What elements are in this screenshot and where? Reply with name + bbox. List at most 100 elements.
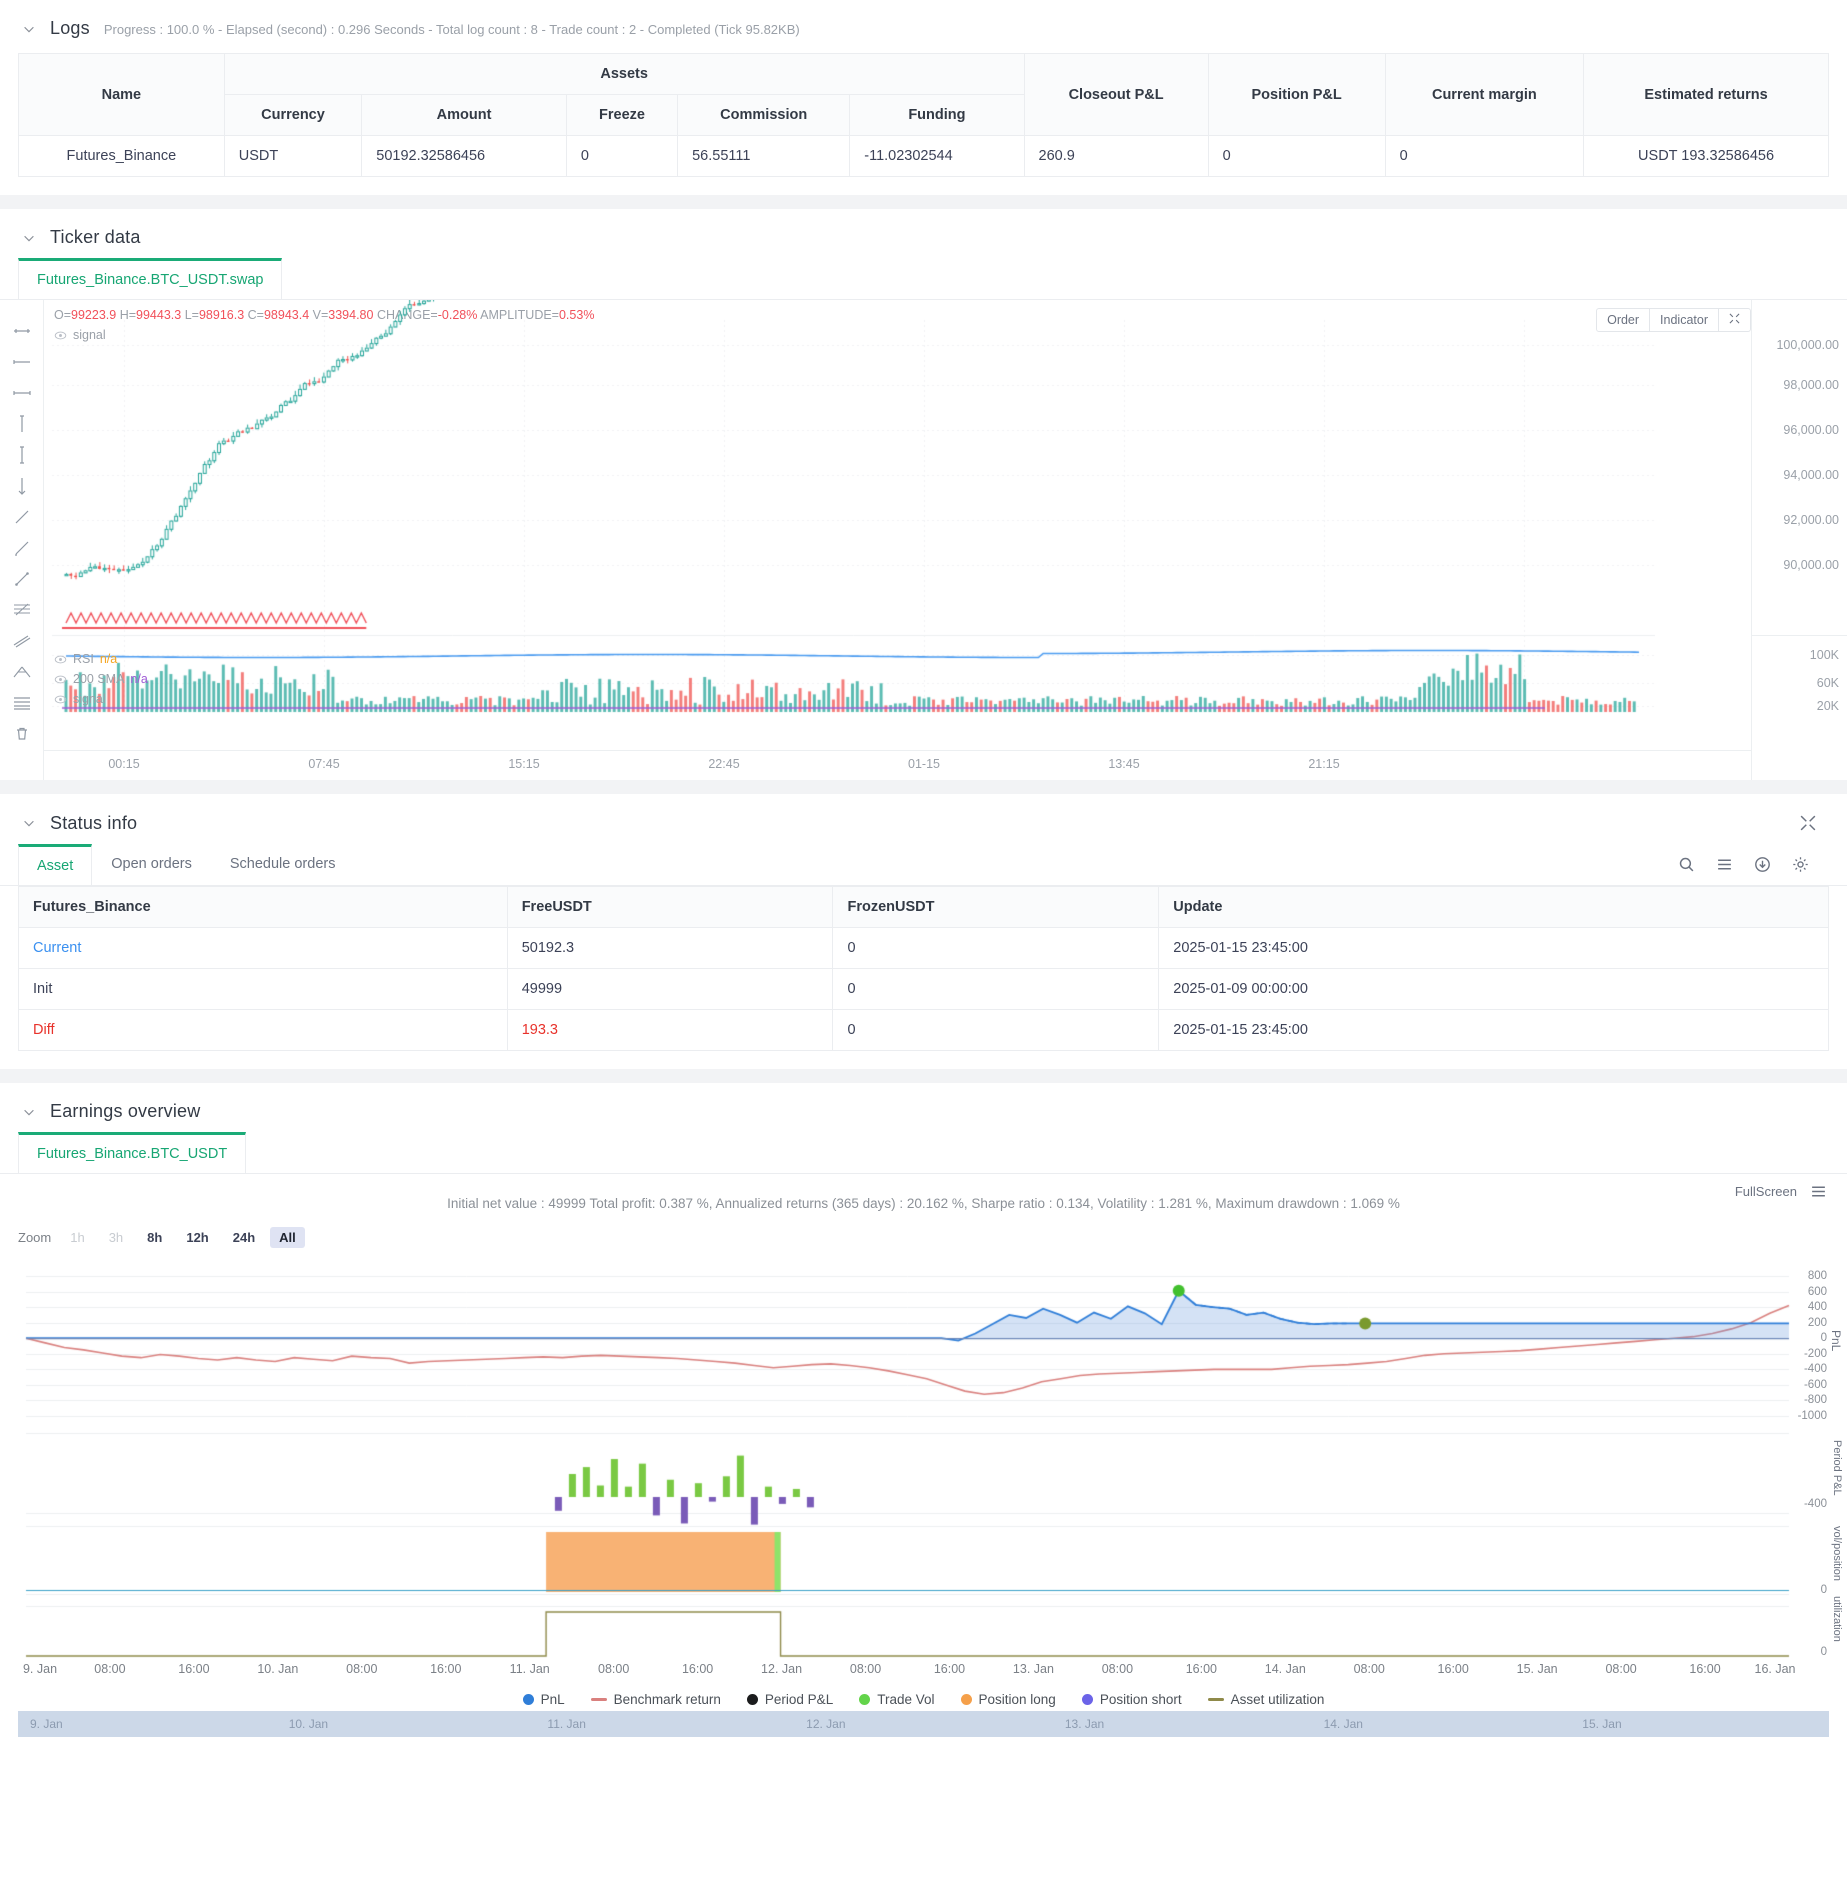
price-levels-icon[interactable] [11,694,33,712]
x-tick: 9. Jan [22,1662,58,1676]
zoom-button-3h[interactable]: 3h [100,1227,132,1248]
chevron-down-icon[interactable] [22,22,36,36]
x-tick: 08:00 [1605,1662,1637,1676]
time-tick: 01-15 [908,757,940,771]
earnings-x-axis: 9. Jan 08:00 16:00 10. Jan 08:00 16:00 11. Jan… [18,1660,1829,1684]
zoom-button-1h[interactable]: 1h [61,1227,93,1248]
horizontal-ray-icon[interactable] [11,353,33,371]
section-divider [0,1069,1847,1083]
cell-free-usdt: 49999 [506,968,834,1010]
y-tick: 600 [1807,1285,1827,1298]
time-tick: 07:45 [308,757,340,771]
eye-icon[interactable] [54,673,67,686]
earnings-zoom-controls[interactable]: Zoom 1h 3h 8h 12h 24h All [0,1221,1847,1258]
earnings-range-navigator[interactable]: 9. Jan 10. Jan 11. Jan 12. Jan 13. Jan 14. Ja… [18,1711,1829,1737]
legend-item-position-short[interactable]: Position short [1081,1692,1182,1707]
list-icon[interactable] [1713,854,1735,876]
axis-title-vol-position: vol/position [1831,1526,1843,1582]
earnings-chart[interactable]: 800 600 400 200 0 -200 -400 -600 -800 -1000 -400 0 0… [18,1258,1843,1658]
parallel-channel-icon[interactable] [11,632,33,650]
earnings-canvas[interactable] [18,1258,1829,1658]
trend-line-icon[interactable] [11,508,33,526]
section-divider [0,780,1847,794]
legend-swatch [522,1694,534,1705]
expand-icon[interactable] [1797,812,1819,834]
x-tick: 16:00 [933,1662,966,1676]
vertical-ray-icon[interactable] [11,477,33,495]
volume-tick: 20K [1816,699,1839,713]
eye-icon[interactable] [54,693,67,706]
segment-line-icon[interactable] [11,570,33,588]
chevron-down-icon[interactable] [22,231,36,245]
vertical-segment-icon[interactable] [11,446,33,464]
vertical-line-icon[interactable] [11,415,33,433]
chevron-down-icon[interactable] [22,816,36,830]
crosshair-icon[interactable] [11,322,33,340]
legend-item-benchmark-return[interactable]: Benchmark return [590,1692,721,1707]
gear-icon[interactable] [1789,854,1811,876]
price-tick: 94,000.00 [1783,468,1839,482]
zoom-button-8h[interactable]: 8h [138,1227,171,1248]
tab-asset[interactable]: Asset [18,844,93,885]
fibonacci-icon[interactable] [11,601,33,619]
logs-panel: Logs Progress : 100.0 % - Elapsed (secon… [0,0,1847,177]
cell-label[interactable]: Current [18,927,508,969]
y-tick: 400 [1807,1301,1827,1314]
search-icon[interactable] [1675,854,1697,876]
cell-freeze: 0 [565,135,679,177]
x-tick: 12. Jan [761,1662,803,1676]
x-tick: 08:00 [94,1662,126,1676]
kline-indicator-sma[interactable]: 200 SMA n/a [54,672,148,686]
price-tick: 98,000.00 [1783,378,1839,392]
tab-schedule-orders[interactable]: Schedule orders [211,844,355,885]
horizontal-segment-icon[interactable] [11,384,33,402]
delete-icon[interactable] [11,725,33,743]
indicator-label: 200 SMA [73,672,125,686]
legend-item-asset-utilization[interactable]: Asset utilization [1207,1692,1324,1707]
kline-indicator-rsi[interactable]: RSI n/a [54,652,117,666]
cell-update: 2025-01-09 00:00:00 [1158,968,1829,1010]
fullscreen-label[interactable]: FullScreen [1735,1184,1797,1199]
kline-plot-area[interactable]: O=99223.9 H=99443.3 L=98916.3 C=98943.4 … [44,300,1847,780]
menu-icon[interactable] [1807,1180,1829,1202]
col-amount: Amount [361,94,567,136]
legend-item-pnl[interactable]: PnL [522,1692,565,1707]
legend-swatch [859,1694,871,1705]
time-tick: 13:45 [1108,757,1140,771]
axis-title-period-pnl: Period P&L [1831,1440,1843,1496]
kline-canvas[interactable] [44,300,1751,780]
kline-price-axis[interactable]: 100,000.00 98,000.00 96,000.00 94,000.00 92,… [1751,300,1847,780]
ticker-panel: Ticker data Futures_Binance.BTC_USDT.swa… [0,209,1847,780]
download-icon[interactable] [1751,854,1773,876]
col-assets-group: Assets [223,53,1025,95]
kline-drawing-toolbar[interactable] [0,300,44,780]
zoom-button-all[interactable]: All [270,1227,305,1248]
zoom-button-12h[interactable]: 12h [177,1227,217,1248]
chevron-down-icon[interactable] [22,1105,36,1119]
navigator-tick: 9. Jan [30,1717,63,1731]
x-tick: 13. Jan [1012,1662,1054,1676]
col-position-pnl: Position P&L [1207,53,1386,136]
cell-current-margin: 0 [1384,135,1585,177]
zoom-button-24h[interactable]: 24h [224,1227,264,1248]
y-tick: -600 [1803,1378,1827,1391]
axis-title-pnl: PnL [1829,1330,1843,1352]
legend-item-period-pnl[interactable]: Period P&L [746,1692,833,1707]
legend-item-position-long[interactable]: Position long [960,1692,1056,1707]
y-tick: 0 [1820,1646,1827,1658]
tab-futures-binance-btc-usdt-swap[interactable]: Futures_Binance.BTC_USDT.swap [18,258,283,299]
kline-chart[interactable]: O=99223.9 H=99443.3 L=98916.3 C=98943.4 … [0,300,1847,780]
earnings-fullscreen-controls[interactable]: FullScreen [1735,1180,1829,1202]
indicator-value: n/a [99,652,118,666]
pitchfork-icon[interactable] [11,663,33,681]
axis-title-utilization: utilization [1831,1596,1843,1642]
kline-time-axis[interactable]: 00:15 07:45 15:15 22:45 01-15 13:45 21:15 [44,750,1751,780]
tab-futures-binance-btc-usdt[interactable]: Futures_Binance.BTC_USDT [18,1132,247,1173]
tab-open-orders[interactable]: Open orders [92,844,211,885]
legend-item-trade-vol[interactable]: Trade Vol [859,1692,935,1707]
ray-line-icon[interactable] [11,539,33,557]
eye-icon[interactable] [54,653,67,666]
kline-indicator-signal-bottom[interactable]: signal [54,692,106,706]
indicator-label: RSI [73,652,94,666]
col-currency: Currency [223,94,363,136]
